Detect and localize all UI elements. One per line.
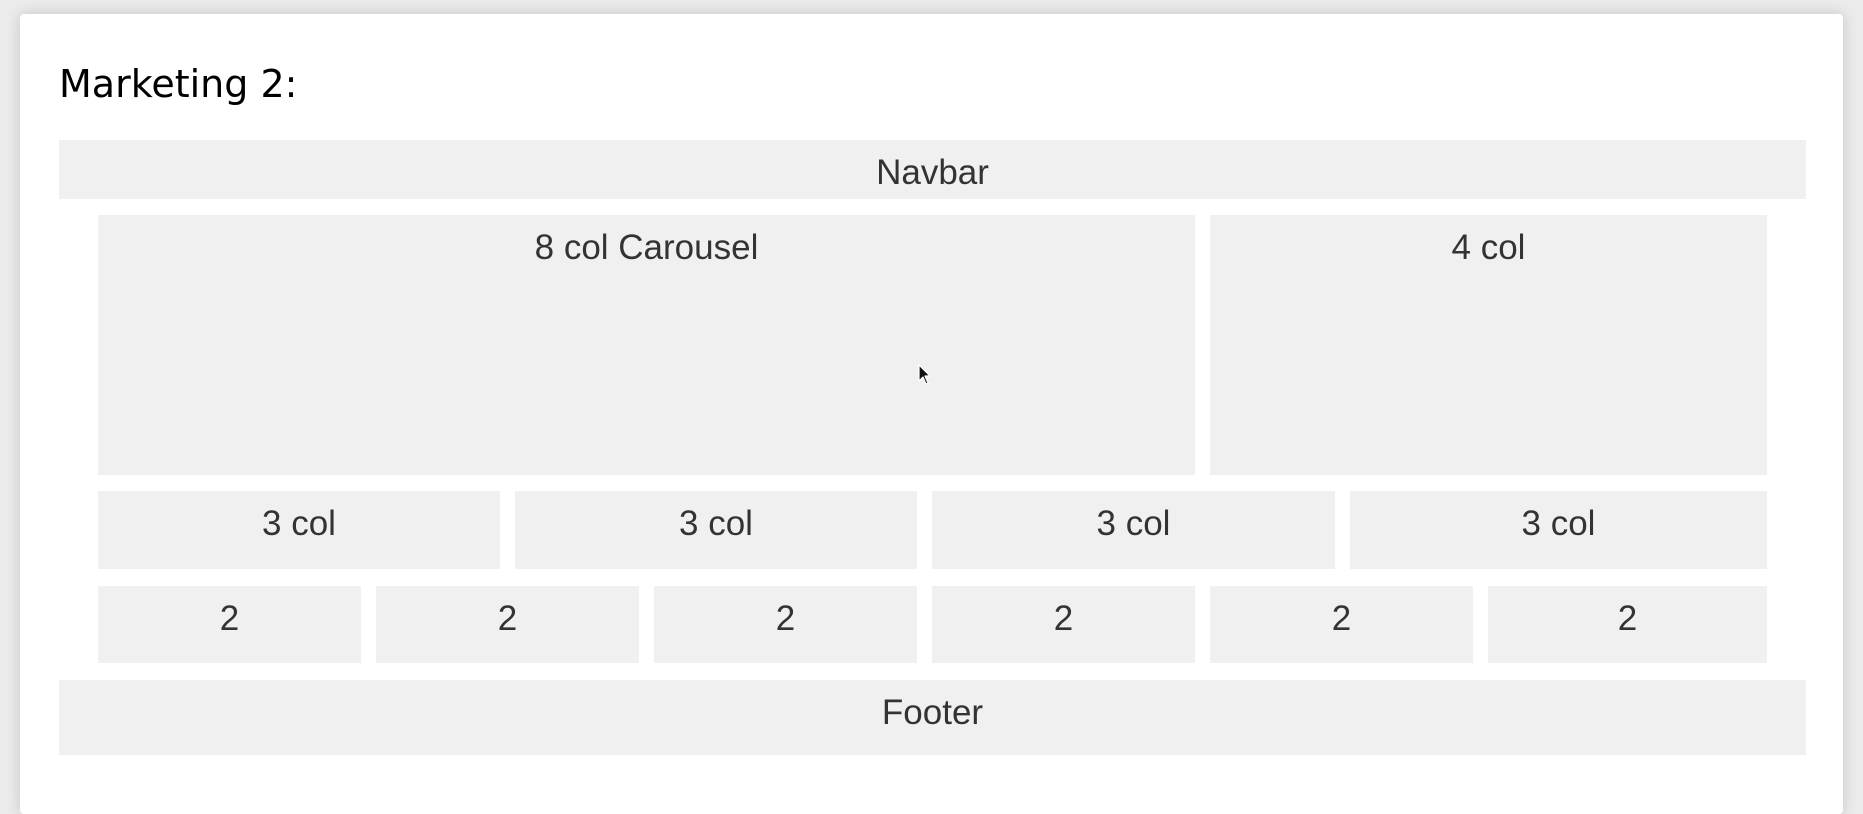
two-col-block-1: 2	[98, 586, 361, 663]
three-col-block-1: 3 col	[98, 491, 500, 569]
side-column-block: 4 col	[1210, 215, 1767, 475]
two-col-block-2: 2	[376, 586, 639, 663]
page-title: Marketing 2:	[59, 62, 298, 106]
three-col-block-4: 3 col	[1350, 491, 1767, 569]
carousel-block: 8 col Carousel	[98, 215, 1195, 475]
three-col-block-3: 3 col	[932, 491, 1335, 569]
two-col-block-3: 2	[654, 586, 917, 663]
three-col-block-2: 3 col	[515, 491, 917, 569]
two-col-block-5: 2	[1210, 586, 1473, 663]
two-col-block-4: 2	[932, 586, 1195, 663]
mouse-pointer-icon	[918, 364, 931, 385]
navbar-block: Navbar	[59, 140, 1806, 199]
two-col-block-6: 2	[1488, 586, 1767, 663]
footer-block: Footer	[59, 680, 1806, 755]
